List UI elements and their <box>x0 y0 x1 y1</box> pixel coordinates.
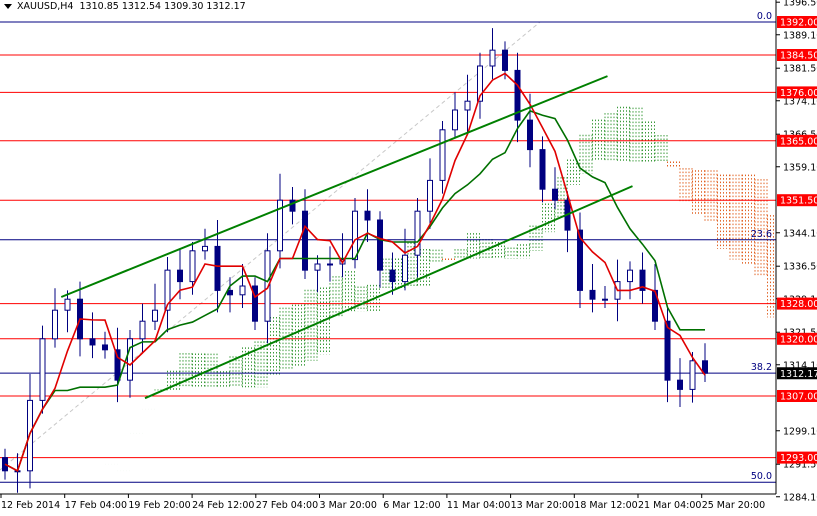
level-price-label: 1376.00 <box>780 88 817 99</box>
candle-body <box>139 320 146 340</box>
level-price-label: 1293.00 <box>780 453 817 464</box>
candle-body <box>202 245 208 252</box>
level-price-label: 1328.00 <box>780 299 817 310</box>
time-tick-label: 13 Mar 20:00 <box>511 500 574 511</box>
price-tick-label: 1336.50 <box>783 262 817 273</box>
time-tick-label: 3 Mar 20:00 <box>320 500 377 511</box>
level-price-label: 1392.00 <box>780 18 817 29</box>
candle-body <box>189 250 196 283</box>
candle-body <box>127 338 133 381</box>
candle-body <box>364 210 371 221</box>
candle-body <box>377 219 383 271</box>
current-price-label: 1312.17 <box>780 369 817 380</box>
candle-body <box>327 263 333 266</box>
time-tick-label: 27 Feb 04:00 <box>256 500 318 511</box>
time-tick-label: 12 Feb 2014 <box>1 500 60 511</box>
price-tick-label: 1396.50 <box>783 0 817 9</box>
level-price-label: 1320.00 <box>780 334 817 345</box>
candle-body <box>677 379 683 390</box>
level-price-label: 1365.00 <box>780 136 817 147</box>
price-tick-label: 1299.10 <box>783 426 817 437</box>
price-tick-label: 1284.10 <box>783 492 817 503</box>
fibonacci-level-label: 50.0 <box>751 471 772 482</box>
candle-body <box>527 119 533 151</box>
time-tick-label: 24 Feb 12:00 <box>192 500 254 511</box>
candle-body <box>414 210 421 256</box>
candle-body <box>352 210 358 261</box>
price-tick-label: 1344.10 <box>783 228 817 239</box>
candle-body <box>489 49 496 67</box>
candle-body <box>552 188 558 201</box>
price-tick-label: 1359.10 <box>783 162 817 173</box>
candle-body <box>177 269 183 283</box>
time-tick-label: 19 Feb 20:00 <box>128 500 190 511</box>
candle-body <box>39 338 46 401</box>
candle-body <box>589 289 596 300</box>
level-price-label: 1307.00 <box>780 392 817 403</box>
level-price-label: 1351.50 <box>780 196 817 207</box>
channel-lower-trendline <box>144 185 633 400</box>
candle-body <box>64 298 71 311</box>
candle-body <box>389 269 396 283</box>
candle-body <box>314 263 321 271</box>
fibonacci-level-label: 23.6 <box>751 229 772 240</box>
candle-body <box>539 149 546 190</box>
candle-body <box>452 109 458 131</box>
candle-body <box>214 245 221 291</box>
price-tick-label: 1389.10 <box>783 30 817 41</box>
candle-body <box>439 129 446 181</box>
candle-body <box>689 360 696 390</box>
candle-body <box>502 49 508 71</box>
candle-body <box>52 309 58 340</box>
time-tick-label: 6 Mar 12:00 <box>383 500 440 511</box>
candle-body <box>402 254 408 283</box>
candle-body <box>102 344 108 351</box>
time-tick-label: 21 Mar 04:00 <box>638 500 701 511</box>
time-tick-label: 17 Feb 04:00 <box>65 500 127 511</box>
fibonacci-base-line <box>0 21 541 471</box>
candle-body <box>89 338 96 346</box>
time-tick-label: 25 Mar 20:00 <box>702 500 765 511</box>
fibonacci-level-label: 0.0 <box>757 11 772 22</box>
price-axis-background <box>776 0 817 516</box>
candle-body <box>302 210 308 271</box>
candle-body <box>464 100 471 111</box>
candle-body <box>227 289 233 296</box>
candle-body <box>602 298 608 301</box>
candle-body <box>664 320 671 381</box>
channel-upper-trendline <box>60 75 608 298</box>
price-tick-label: 1381.50 <box>783 64 817 75</box>
candle-body <box>239 285 246 296</box>
time-tick-label: 11 Mar 04:00 <box>447 500 510 511</box>
price-chart[interactable]: 0.023.638.250.01396.501389.101381.501374… <box>0 0 817 516</box>
candle-body <box>152 309 158 322</box>
candle-body <box>627 269 633 283</box>
candle-body <box>427 179 433 212</box>
fibonacci-level-label: 38.2 <box>751 362 772 373</box>
time-tick-label: 18 Mar 12:00 <box>574 500 637 511</box>
level-price-label: 1384.50 <box>780 51 817 62</box>
